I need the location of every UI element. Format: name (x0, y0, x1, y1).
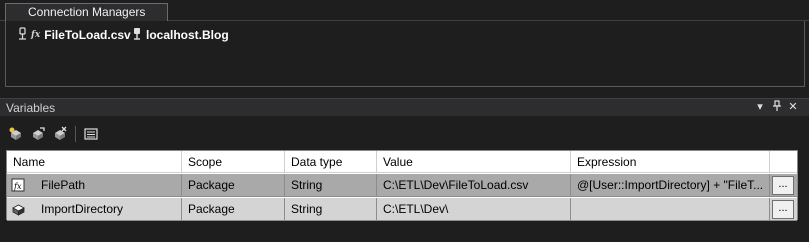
connection-name: FileToLoad.csv (44, 28, 131, 42)
grid-header: Name Scope Data type Value Expression (7, 151, 797, 173)
column-header-data-type[interactable]: Data type (285, 151, 377, 173)
grid-options-button[interactable] (80, 123, 102, 145)
expression-builder-button[interactable]: ... (772, 176, 794, 195)
table-row[interactable]: FilePath fx Package String C:\ETL\Dev\Fi… (7, 174, 797, 197)
variables-titlebar: Variables ▾ ✕ (0, 98, 809, 116)
cell-expression[interactable] (571, 198, 770, 221)
expression-marker: fx (31, 30, 41, 40)
column-header-name[interactable]: Name (7, 151, 182, 173)
move-variable-icon (33, 127, 45, 140)
cell-name[interactable]: FilePath (7, 174, 182, 197)
tab-connection-managers[interactable]: Connection Managers (5, 3, 169, 21)
table-row[interactable]: ImportDirectory Package String C:\ETL\De… (7, 198, 797, 221)
close-icon[interactable]: ✕ (786, 100, 800, 115)
variables-toolbar (5, 123, 102, 145)
column-header-expression[interactable]: Expression (571, 151, 770, 173)
column-header-value[interactable]: Value (377, 151, 571, 173)
delete-variable-button[interactable] (49, 123, 71, 145)
cell-scope[interactable]: Package (182, 174, 285, 197)
connection-item-localhost-blog[interactable]: localhost.Blog (131, 27, 229, 43)
variables-grid: Name Scope Data type Value Expression Fi… (6, 150, 798, 221)
cell-name[interactable]: ImportDirectory (7, 198, 182, 221)
variables-title: Variables (6, 101, 56, 115)
svg-text:fx: fx (13, 182, 22, 191)
expression-variable-icon: fx (11, 178, 25, 192)
add-variable-button[interactable] (5, 123, 27, 145)
cell-value[interactable]: C:\ETL\Dev\ (377, 198, 571, 221)
cell-value[interactable]: C:\ETL\Dev\FileToLoad.csv (377, 174, 571, 197)
cell-data-type[interactable]: String (285, 174, 377, 197)
cell-scope[interactable]: Package (182, 198, 285, 221)
flat-file-connection-icon (16, 26, 28, 44)
ole-db-connection-icon (131, 27, 143, 44)
connection-managers-panel: fx FileToLoad.csv localhost.Blog (5, 21, 805, 87)
expression-builder-button[interactable]: ... (772, 200, 794, 219)
cell-expression[interactable]: @[User::ImportDirectory] + "FileT... (571, 174, 770, 197)
delete-variable-icon (55, 126, 67, 140)
toolbar-separator (75, 126, 76, 142)
pin-icon[interactable] (770, 100, 784, 115)
add-variable-icon (9, 127, 21, 140)
connection-item-filetoload[interactable]: fx FileToLoad.csv (16, 26, 131, 44)
connection-managers-tabbar: Connection Managers (0, 0, 809, 21)
column-header-scope[interactable]: Scope (182, 151, 285, 173)
grid-options-icon (84, 128, 98, 140)
move-variable-button[interactable] (27, 123, 49, 145)
column-header-button (770, 151, 797, 173)
window-position-dropdown-icon[interactable]: ▾ (753, 100, 767, 115)
connection-name: localhost.Blog (146, 28, 229, 42)
variable-icon (12, 204, 25, 216)
cell-data-type[interactable]: String (285, 198, 377, 221)
